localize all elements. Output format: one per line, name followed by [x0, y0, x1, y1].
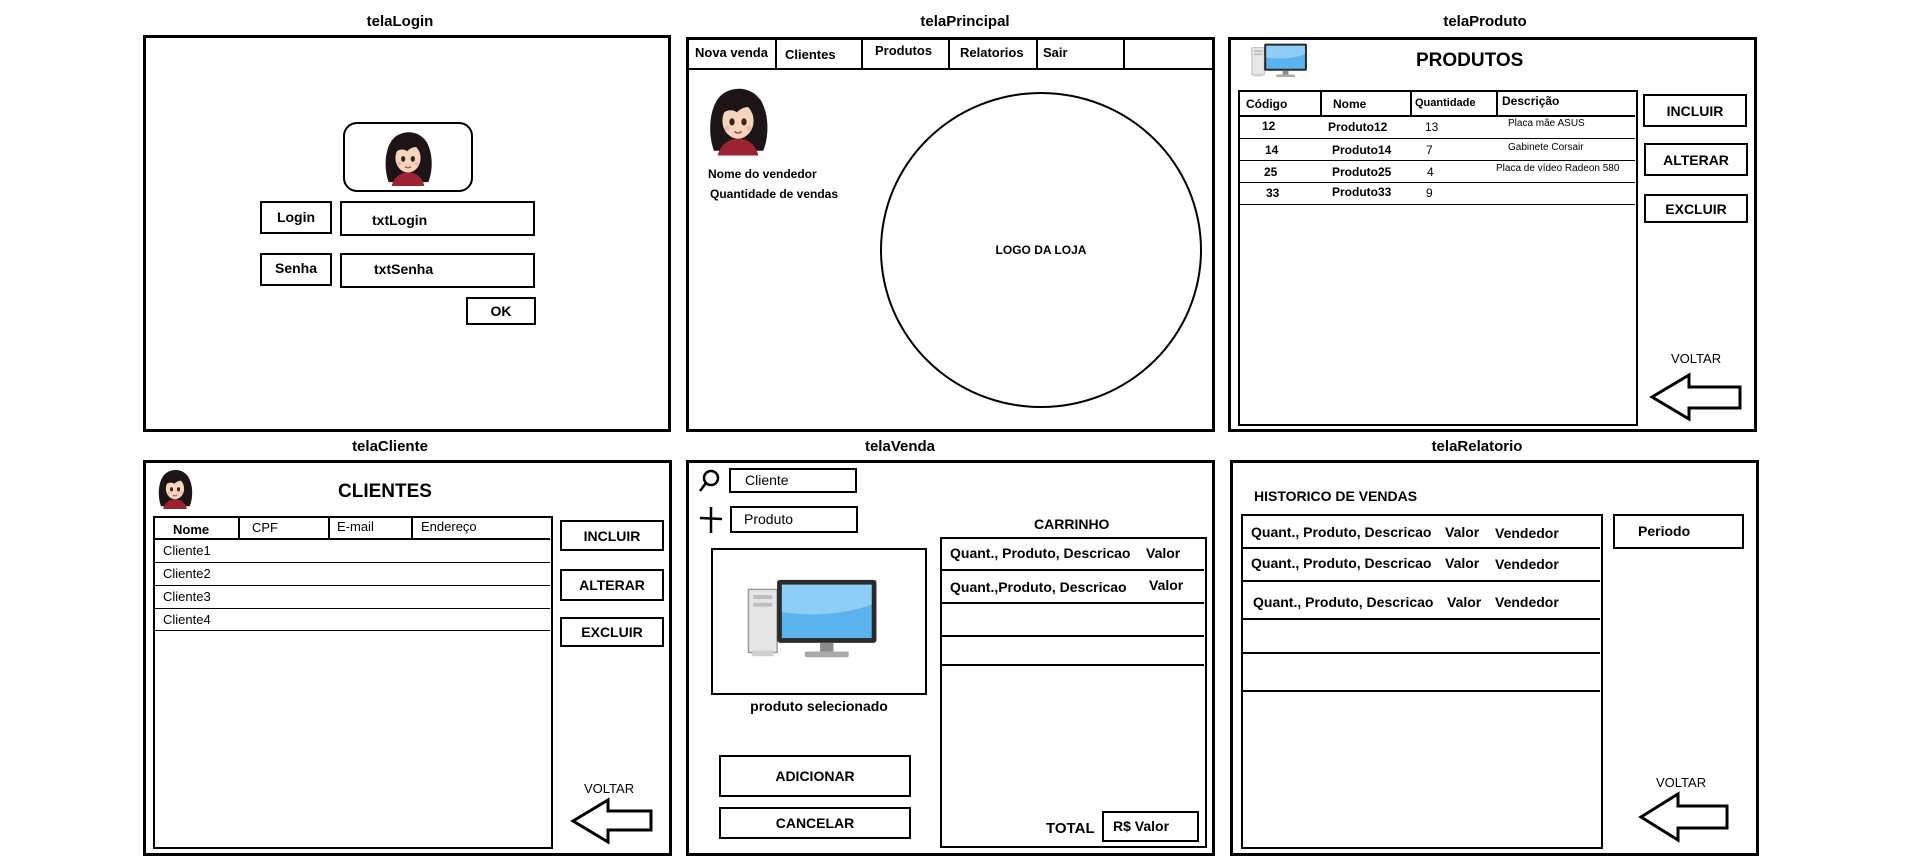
- history-row[interactable]: Quant., Produto, Descricao Valor Vendedo…: [1243, 516, 1600, 549]
- produto-screen-frame: PRODUTOS Código Nome Quantidade Descriçã…: [1228, 37, 1757, 432]
- history-row[interactable]: Quant., Produto, Descricao Valor Vendedo…: [1243, 549, 1600, 582]
- cart-heading: CARRINHO: [1034, 516, 1110, 532]
- back-label: VOLTAR: [1671, 351, 1722, 366]
- column-header: CPF: [252, 520, 278, 535]
- computer-icon: [1245, 42, 1313, 79]
- table-row[interactable]: 14 Produto14 7 Gabinete Corsair: [1240, 139, 1635, 161]
- back-label: VOLTAR: [584, 781, 635, 796]
- password-label-box: Senha: [260, 253, 332, 286]
- cart-row[interactable]: Quant.,Produto, Descricao Valor: [942, 571, 1204, 604]
- include-button[interactable]: INCLUIR: [560, 520, 664, 551]
- produtos-table: Código Nome Quantidade Descrição 12 Prod…: [1238, 90, 1638, 426]
- computer-icon: [744, 576, 879, 662]
- history-heading: HISTORICO DE VENDAS: [1254, 488, 1418, 504]
- screen-title-login: telaLogin: [366, 13, 434, 30]
- history-row[interactable]: [1243, 620, 1600, 654]
- selected-product-image: [711, 548, 927, 695]
- total-value: R$ Valor: [1113, 818, 1170, 834]
- column-header: Endereço: [421, 519, 477, 534]
- include-button[interactable]: INCLUIR: [1643, 94, 1747, 127]
- column-header: Nome: [1333, 97, 1367, 111]
- back-arrow-icon[interactable]: [570, 797, 654, 845]
- alter-button[interactable]: ALTERAR: [1644, 143, 1748, 176]
- ok-button[interactable]: OK: [466, 297, 536, 325]
- store-logo-text: LOGO DA LOJA: [995, 243, 1087, 257]
- period-button[interactable]: Periodo: [1613, 514, 1744, 549]
- delete-button[interactable]: EXCLUIR: [560, 617, 664, 647]
- cliente-screen-frame: CLIENTES Nome CPF E-mail Endereço Client…: [143, 460, 672, 856]
- menu-item-clientes[interactable]: Clientes: [777, 40, 863, 68]
- table-row[interactable]: Cliente2: [155, 563, 550, 586]
- password-label: Senha: [274, 260, 317, 276]
- table-row[interactable]: Cliente4: [155, 609, 550, 631]
- avatar-icon: [702, 82, 774, 157]
- login-input[interactable]: txtLogin: [340, 201, 535, 236]
- column-header: Nome: [173, 522, 210, 537]
- clientes-table: Nome CPF E-mail Endereço Cliente1 Client…: [153, 516, 553, 849]
- login-avatar-frame: [343, 122, 473, 192]
- relatorio-screen-frame: HISTORICO DE VENDAS Quant., Produto, Des…: [1230, 460, 1759, 856]
- product-input-text: Produto: [744, 511, 794, 527]
- menu-item-produtos[interactable]: Produtos: [863, 40, 950, 68]
- table-row[interactable]: 25 Produto25 4 Placa de vídeo Radeon 580: [1240, 161, 1635, 183]
- table-row[interactable]: 12 Produto12 13 Placa mãe ASUS: [1240, 117, 1635, 139]
- cancel-button[interactable]: CANCELAR: [719, 807, 911, 839]
- password-input[interactable]: txtSenha: [340, 253, 535, 288]
- column-header: Quantidade: [1415, 97, 1476, 109]
- cart-panel: Quant., Produto, Descricao Valor Quant.,…: [940, 537, 1207, 848]
- total-value-box: R$ Valor: [1102, 811, 1199, 842]
- principal-screen-frame: Nova venda Clientes Produtos Relatorios …: [686, 37, 1215, 432]
- produtos-heading: PRODUTOS: [1416, 50, 1524, 71]
- produtos-table-header: Código Nome Quantidade Descrição: [1240, 92, 1635, 117]
- column-header: E-mail: [337, 519, 374, 534]
- column-header: Descrição: [1502, 94, 1560, 108]
- menu-item-relatorios[interactable]: Relatorios: [950, 40, 1038, 68]
- avatar-icon: [154, 465, 196, 511]
- back-label: VOLTAR: [1656, 775, 1707, 790]
- client-input-text: Cliente: [745, 472, 789, 488]
- back-arrow-icon[interactable]: [1638, 791, 1732, 843]
- password-input-text: txtSenha: [374, 261, 434, 277]
- history-row[interactable]: [1243, 654, 1600, 692]
- login-label: Login: [276, 209, 316, 225]
- cart-row[interactable]: [942, 604, 1204, 637]
- table-row[interactable]: Cliente3: [155, 586, 550, 609]
- menu-item-sair[interactable]: Sair: [1038, 40, 1125, 68]
- table-row[interactable]: Cliente1: [155, 540, 550, 563]
- clientes-heading: CLIENTES: [338, 481, 432, 502]
- history-row[interactable]: Quant., Produto, Descricao Valor Vendedo…: [1243, 582, 1600, 620]
- seller-name: Nome do vendedor: [708, 167, 817, 181]
- venda-screen-frame: Cliente Produto produto selecionado CARR…: [686, 460, 1215, 856]
- avatar-icon: [379, 127, 437, 187]
- column-header: Código: [1246, 97, 1288, 111]
- clientes-table-header: Nome CPF E-mail Endereço: [155, 518, 550, 540]
- back-arrow-icon[interactable]: [1649, 372, 1743, 422]
- add-button[interactable]: ADICIONAR: [719, 755, 911, 797]
- period-label: Periodo: [1638, 523, 1691, 539]
- table-row[interactable]: 33 Produto33 9: [1240, 183, 1635, 205]
- sales-count: Quantidade de vendas: [710, 187, 839, 201]
- cart-row[interactable]: Quant., Produto, Descricao Valor: [942, 539, 1204, 571]
- client-input[interactable]: Cliente: [729, 468, 857, 493]
- login-screen-frame: Login txtLogin Senha txtSenha OK: [143, 35, 671, 432]
- cart-row[interactable]: [942, 637, 1204, 666]
- screen-title-cliente: telaCliente: [352, 438, 428, 455]
- search-icon[interactable]: [698, 469, 722, 493]
- store-logo-placeholder: LOGO DA LOJA: [880, 92, 1202, 408]
- delete-button[interactable]: EXCLUIR: [1644, 194, 1748, 223]
- login-input-text: txtLogin: [372, 212, 428, 228]
- total-label: TOTAL: [1046, 820, 1095, 837]
- main-menu-bar: Nova venda Clientes Produtos Relatorios …: [689, 40, 1212, 70]
- screen-title-relatorio: telaRelatorio: [1431, 438, 1523, 455]
- sales-history-table: Quant., Produto, Descricao Valor Vendedo…: [1241, 514, 1603, 849]
- menu-item-nova-venda[interactable]: Nova venda: [689, 40, 777, 68]
- screen-title-venda: telaVenda: [864, 438, 936, 455]
- screen-title-produto: telaProduto: [1443, 13, 1527, 30]
- login-label-box: Login: [260, 201, 332, 234]
- plus-icon[interactable]: [699, 506, 723, 534]
- product-input[interactable]: Produto: [730, 506, 858, 533]
- alter-button[interactable]: ALTERAR: [560, 569, 664, 601]
- selected-product-caption: produto selecionado: [750, 698, 888, 714]
- screen-title-principal: telaPrincipal: [920, 13, 1010, 30]
